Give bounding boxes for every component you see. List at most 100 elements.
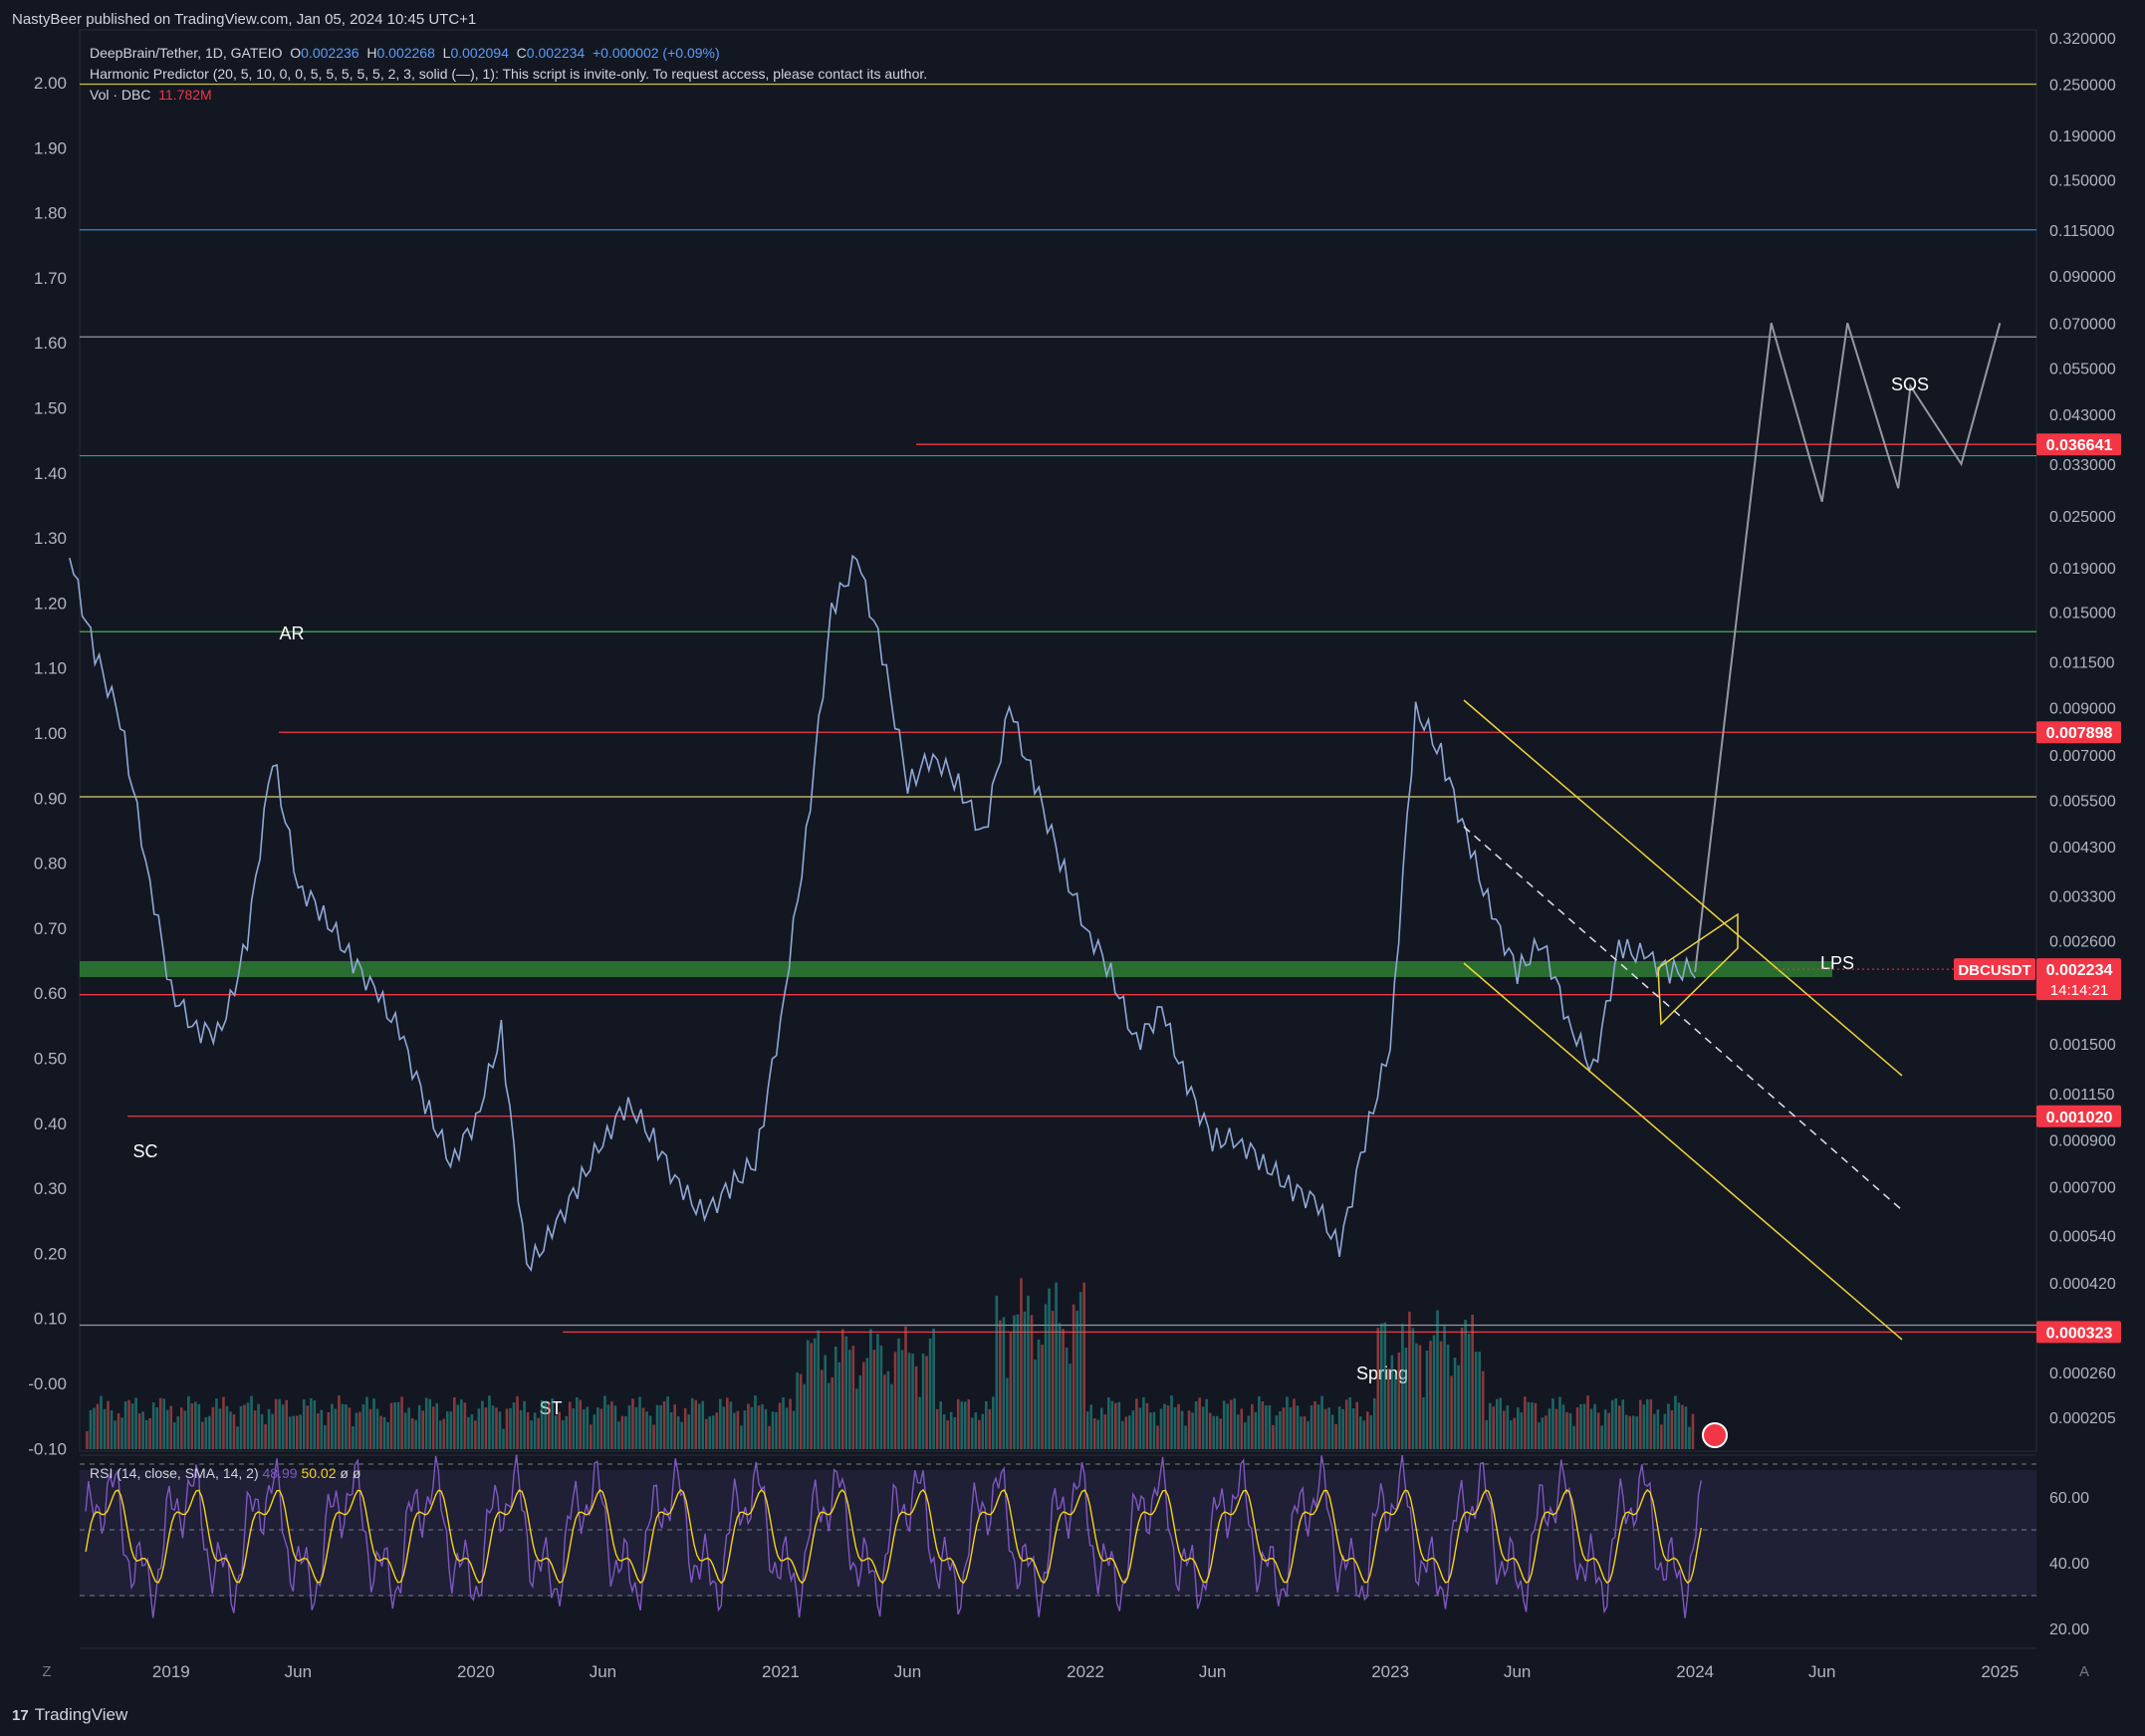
volume-bar [338,1395,341,1449]
volume-bar [243,1404,246,1449]
volume-bar [858,1374,862,1449]
left-axis-tick: 1.80 [34,204,67,223]
volume-bar [831,1376,834,1449]
volume-bar [512,1402,516,1449]
volume-bar [568,1401,572,1449]
volume-bar [285,1399,288,1449]
volume-bar [474,1420,477,1449]
volume-bar [463,1402,467,1449]
volume-bar [1229,1399,1233,1449]
volume-bar [341,1403,345,1449]
volume-bar [1457,1364,1460,1449]
volume-bar [547,1402,551,1449]
time-axis-tick: Jun [894,1662,921,1681]
legend-h-label: H [366,45,377,61]
auto-scale-right-button[interactable]: A [2071,1659,2097,1685]
volume-bar [257,1403,260,1449]
volume-bar [431,1406,435,1449]
legend-low: 0.002094 [450,45,509,61]
volume-bar [400,1396,403,1449]
volume-bar [1358,1416,1362,1449]
volume-bar [817,1330,820,1449]
right-axis-tick: 0.070000 [2049,316,2116,333]
right-axis-tick: 0.019000 [2049,561,2116,578]
right-axis-tick: 0.005500 [2049,793,2116,810]
volume-bar [593,1414,596,1449]
volume-bar [1205,1398,1208,1449]
volume-bar [886,1370,890,1449]
volume-bar [215,1398,218,1449]
volume-bar [918,1396,921,1449]
volume-bar [848,1350,851,1449]
volume-bar [757,1405,761,1449]
lps-support-zone [80,961,1832,977]
volume-bar [648,1415,652,1449]
volume-bar [613,1405,617,1449]
volume-bar [183,1410,187,1449]
volume-bar [481,1400,484,1449]
volume-bar [169,1405,173,1449]
volume-bar [803,1383,806,1449]
volume-bar [970,1417,974,1449]
volume-bar [505,1408,509,1449]
left-axis-tick: 1.20 [34,594,67,613]
time-axis-tick: 2020 [457,1662,495,1681]
volume-bar [190,1403,194,1449]
legend-open: 0.002236 [301,45,359,61]
volume-bar [1593,1403,1596,1449]
volume-bar [1408,1311,1411,1449]
volume-bar [1422,1397,1425,1449]
volume-bar [711,1415,715,1449]
volume-bar [743,1410,747,1449]
volume-bar [1138,1407,1142,1449]
volume-bar [324,1425,327,1449]
volume-bar [222,1396,225,1449]
volume-bar [1656,1409,1660,1449]
volume-bar [655,1404,659,1449]
volume-bar [438,1420,442,1449]
volume-bar [1327,1407,1330,1449]
volume-bar [260,1413,264,1449]
volume-bar [1128,1415,1131,1449]
footer: 17 TradingView [0,1693,2145,1736]
volume-bar [792,1410,796,1449]
volume-bar [575,1396,579,1449]
volume-bar [897,1338,900,1449]
left-axis-tick: -0.00 [28,1374,67,1393]
volume-bar [1394,1373,1397,1449]
volume-label: Vol · DBC [90,87,151,103]
volume-bar [1096,1419,1100,1449]
tv-icon: 17 [12,1706,29,1724]
volume-bar [1677,1402,1681,1449]
volume-bar [1089,1404,1093,1449]
volume-bar [1425,1350,1429,1449]
volume-bar [379,1415,382,1449]
volume-bar [1055,1282,1058,1449]
volume-bar [1268,1404,1272,1449]
volume-bar [449,1411,453,1449]
right-axis-tick: 0.055000 [2049,362,2116,378]
volume-bar [1075,1310,1078,1449]
left-axis-tick: 0.30 [34,1179,67,1198]
volume-bar [313,1399,317,1449]
volume-bar [1348,1397,1351,1449]
volume-bar [1044,1304,1048,1449]
left-axis-tick: 1.50 [34,399,67,418]
volume-bar [127,1399,130,1449]
volume-bar [1037,1339,1041,1449]
volume-bar [1397,1352,1401,1449]
tradingview-logo[interactable]: 17 TradingView [12,1705,127,1725]
volume-bar [410,1418,414,1449]
volume-bar [620,1415,624,1449]
volume-bar [537,1417,540,1449]
annotation-label: AR [279,623,304,643]
right-axis-tick: 0.000205 [2049,1410,2116,1427]
volume-bar [1579,1403,1582,1449]
volume-bar [666,1396,669,1449]
auto-scale-left-button[interactable]: Z [34,1659,60,1685]
volume-bar [1156,1425,1159,1449]
volume-bar [306,1405,310,1449]
volume-bar [1226,1403,1230,1449]
volume-bar [1474,1352,1478,1449]
volume-bar [1180,1410,1184,1449]
